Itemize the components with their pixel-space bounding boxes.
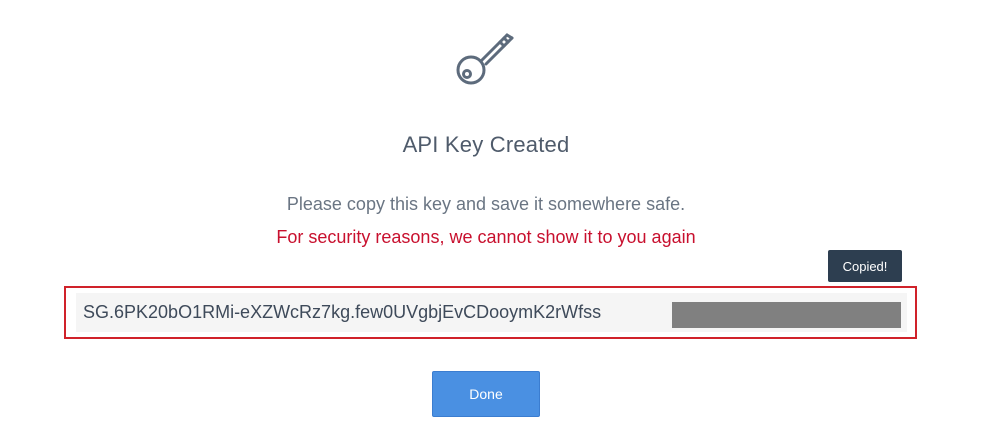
api-key-text[interactable]: SG.6PK20bO1RMi-eXZWcRz7kg.few0UVgbjEvCDo… <box>83 302 601 323</box>
copied-tooltip: Copied! <box>828 250 902 282</box>
done-button[interactable]: Done <box>432 371 540 417</box>
dialog-title: API Key Created <box>402 132 570 157</box>
dialog-subtitle: Please copy this key and save it somewhe… <box>286 194 686 214</box>
redaction-block <box>672 302 901 328</box>
security-warning: For security reasons, we cannot show it … <box>276 227 696 247</box>
api-key-created-dialog: API Key Created Please copy this key and… <box>0 0 1000 431</box>
api-key-field[interactable]: SG.6PK20bO1RMi-eXZWcRz7kg.few0UVgbjEvCDo… <box>76 293 907 332</box>
api-key-highlight: SG.6PK20bO1RMi-eXZWcRz7kg.few0UVgbjEvCDo… <box>64 286 917 339</box>
key-icon <box>456 33 514 85</box>
